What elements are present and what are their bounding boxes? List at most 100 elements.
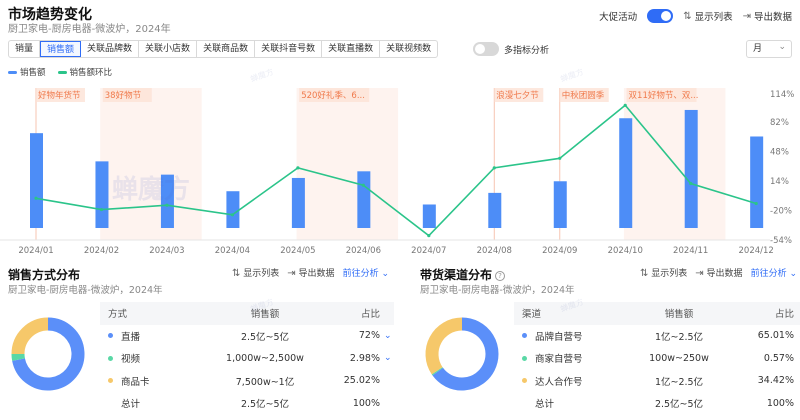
total-value: 2.5亿~5亿	[654, 399, 704, 411]
x-tick-label: 2024/11	[673, 246, 708, 256]
channel-donut	[425, 317, 499, 391]
channel-show-list-label: 显示列表	[651, 269, 688, 279]
x-tick-label: 2024/08	[477, 246, 512, 256]
x-tick-label: 2024/05	[280, 246, 315, 256]
table-row[interactable]: 商品卡 7,500w~1亿 25.02%	[100, 370, 394, 393]
col-sales: 销售额	[664, 309, 694, 321]
table-row[interactable]: 直播 2.5亿~5亿 72% ⌄	[100, 325, 394, 348]
trend-chart: 好物年货节 38好物节 520好礼季、6... 浪漫七夕节 中秋团圆季 双11好物节、双.…	[0, 88, 794, 256]
multi-metric: 多指标分析	[473, 42, 549, 56]
table-header: 方式 销售额 占比	[100, 302, 394, 325]
sales-mode-analysis-link[interactable]: 前往分析 ⌄	[343, 266, 389, 279]
table-row[interactable]: 品牌自营号 1亿~2.5亿 65.01% ⌄	[514, 325, 800, 348]
x-tick-label: 2024/02	[84, 246, 119, 256]
promo-label: 双11好物节、双...	[629, 90, 699, 101]
line-point	[296, 166, 300, 170]
line-point	[558, 156, 562, 160]
promo-label: 浪漫七夕节	[496, 90, 539, 101]
channel-analysis-link[interactable]: 前往分析 ⌄	[751, 266, 797, 279]
sales-mode-show-list-label: 显示列表	[243, 269, 280, 279]
y-tick-label: 48%	[770, 147, 789, 157]
channel-export[interactable]: ⇥ 导出数据	[695, 266, 742, 279]
donut-slice	[11, 353, 25, 361]
donut-slice	[425, 317, 463, 375]
metric-tabs: 销量 销售额 关联品牌数 关联小店数 关联商品数 关联抖音号数 关联直播数 关联…	[8, 40, 439, 58]
y-tick-label: -20%	[770, 206, 792, 216]
row-name: 视频	[121, 354, 141, 366]
series-dot	[108, 355, 113, 361]
row-share: 34.42%	[757, 375, 794, 387]
channel-title: 带货渠道分布?	[420, 266, 506, 283]
list-icon: ⇅	[232, 268, 241, 279]
line-point	[361, 183, 365, 187]
row-value: 1亿~2.5亿	[654, 376, 704, 388]
sales-mode-actions: ⇅ 显示列表 ⇥ 导出数据 前往分析 ⌄	[232, 266, 389, 279]
line-point	[427, 234, 431, 238]
tab-douyin-count[interactable]: 关联抖音号数	[255, 41, 323, 57]
bar	[750, 136, 764, 228]
page-subtitle: 厨卫家电-厨房电器-微波炉，2024年	[8, 24, 171, 35]
bar	[30, 133, 43, 228]
export-label: 导出数据	[753, 12, 792, 23]
table-row[interactable]: 达人合作号 1亿~2.5亿 34.42% ⌄	[514, 370, 800, 393]
sales-mode-export-label: 导出数据	[298, 269, 335, 279]
row-value: 100w~250w	[649, 352, 709, 364]
export-button[interactable]: ⇥ 导出数据	[743, 9, 792, 24]
row-value: 1,000w~2,500w	[226, 352, 304, 364]
y-tick-label: 14%	[770, 177, 789, 187]
legend-line-label: 销售额环比	[69, 68, 113, 78]
bar	[291, 177, 305, 228]
total-label: 总计	[121, 399, 141, 411]
sales-mode-export[interactable]: ⇥ 导出数据	[287, 266, 334, 279]
row-name: 达人合作号	[535, 376, 583, 388]
tab-sales-volume[interactable]: 销量	[9, 41, 41, 57]
multi-metric-toggle[interactable]	[473, 42, 499, 56]
tab-video-count[interactable]: 关联视频数	[380, 41, 437, 57]
total-share: 100%	[766, 397, 794, 409]
chevron-down-icon: ⌄	[381, 269, 389, 279]
chart-legend: 销售额 销售额环比	[8, 66, 112, 78]
table-row[interactable]: 视频 1,000w~2,500w 2.98% ⌄	[100, 347, 394, 370]
legend-line[interactable]: 销售额环比	[57, 66, 113, 78]
sales-mode-show-list[interactable]: ⇅ 显示列表	[232, 266, 279, 279]
x-tick-label: 2024/12	[739, 246, 774, 256]
help-icon[interactable]: ?	[495, 270, 506, 281]
row-share: 25.02%	[343, 375, 380, 387]
promo-toggle[interactable]	[647, 9, 674, 23]
export-icon: ⇥	[695, 268, 704, 279]
tab-sales-amount[interactable]: 销售额	[40, 41, 82, 57]
tab-product-count[interactable]: 关联商品数	[197, 41, 256, 57]
x-tick-label: 2024/04	[215, 246, 250, 256]
promo-band	[296, 88, 399, 240]
channel-title-text: 带货渠道分布	[420, 268, 493, 282]
x-tick-label: 2024/07	[411, 246, 446, 256]
channel-show-list[interactable]: ⇅ 显示列表	[640, 266, 687, 279]
channel-export-label: 导出数据	[706, 269, 743, 279]
line-point	[492, 166, 496, 170]
chevron-down-icon[interactable]: ⌄	[384, 353, 394, 363]
row-name: 直播	[121, 331, 141, 343]
total-value: 2.5亿~5亿	[240, 399, 290, 411]
x-tick-label: 2024/10	[608, 246, 643, 256]
channel-subtitle: 厨卫家电-厨房电器-微波炉，2024年	[420, 285, 575, 296]
period-select[interactable]: 月	[746, 39, 792, 58]
col-mode: 方式	[108, 309, 128, 321]
sales-mode-table: 方式 销售额 占比 直播 2.5亿~5亿 72% ⌄ 视频 1,000w~2,5…	[100, 302, 394, 415]
bar	[357, 171, 371, 228]
table-header: 渠道 销售额 占比	[514, 302, 800, 325]
promo-label: 中秋团圆季	[562, 90, 605, 101]
tab-brand-count[interactable]: 关联品牌数	[81, 41, 140, 57]
promo-label: 38好物节	[105, 90, 142, 101]
tab-live-count[interactable]: 关联直播数	[322, 41, 381, 57]
row-share: 65.01%	[757, 330, 794, 342]
col-channel: 渠道	[522, 309, 542, 321]
tab-shop-count[interactable]: 关联小店数	[139, 41, 198, 57]
y-tick-label: -54%	[770, 236, 792, 246]
legend-bar[interactable]: 销售额	[8, 66, 46, 78]
chevron-down-icon[interactable]: ⌄	[384, 331, 394, 341]
show-list-button[interactable]: ⇅ 显示列表	[683, 9, 732, 24]
bar	[553, 181, 567, 228]
row-name: 商品卡	[121, 376, 150, 388]
table-row[interactable]: 商家自营号 100w~250w 0.57% ⌄	[514, 347, 800, 370]
x-tick-label: 2024/06	[346, 246, 381, 256]
